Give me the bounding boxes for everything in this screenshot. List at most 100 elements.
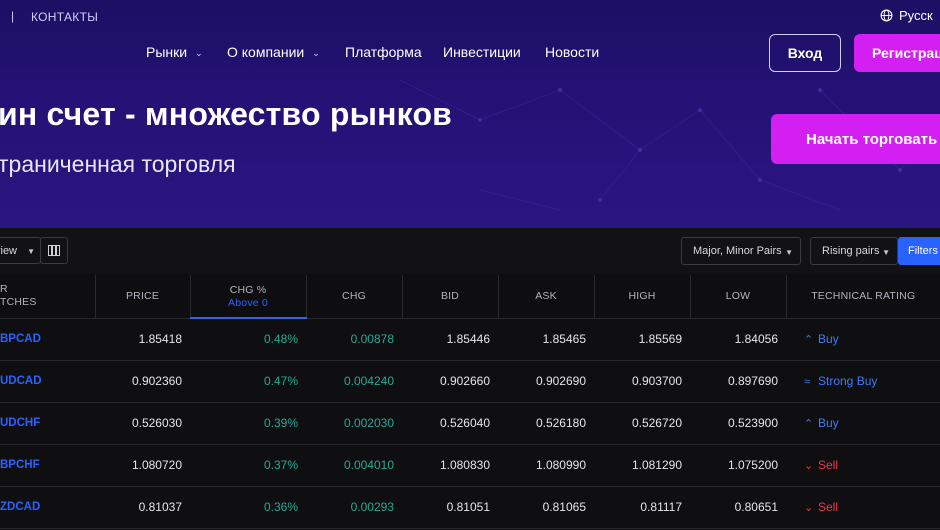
nav-item-label: Рынки [146,44,188,60]
active-filter-label: Above 0 [228,296,268,309]
technical-rating-cell: ⌄ Sell [786,444,940,487]
table-row[interactable]: UDCHF 0.526030 0.39% 0.002030 0.526040 0.5261… [0,402,940,445]
pairs-filter-select[interactable]: Major, Minor Pairs ▼ [681,237,801,265]
technical-rating-cell: ⌄ Sell [786,486,940,529]
column-header-technical-rating[interactable]: TECHNICAL RATING [785,275,940,319]
column-header-bid[interactable]: BID [401,275,498,319]
change-percent-cell: 0.39% [190,402,306,445]
column-header-chg-pct[interactable]: CHG % Above 0 [189,275,306,319]
symbol-cell[interactable]: BPCHF [0,444,95,487]
low-cell: 0.523900 [690,402,786,445]
ask-cell: 1.080990 [498,444,594,487]
rating-label: Buy [818,416,839,430]
ask-cell: 0.526180 [498,402,594,445]
high-cell: 1.081290 [594,444,690,487]
caret-down-icon: ▼ [785,248,793,257]
price-cell: 1.85418 [95,318,190,361]
caret-down-icon: ▼ [882,248,890,257]
change-cell: 0.004010 [306,444,402,487]
columns-toggle-button[interactable] [40,237,68,264]
technical-rating-cell: ⌃ Buy [786,402,940,445]
hero-title: ин счет - множество рынков [0,96,453,132]
nav-item-news[interactable]: Новости [545,44,599,60]
header-label: TCHES [0,296,37,309]
column-header-high[interactable]: HIGH [593,275,690,319]
change-cell: 0.002030 [306,402,402,445]
view-label: view [0,244,18,257]
symbol-cell[interactable]: ZDCAD [0,486,95,529]
screener-table: R TCHES PRICE CHG % Above 0 CHG BID ASK … [0,275,940,529]
symbol-cell[interactable]: UDCAD [0,360,95,403]
rating-label: Strong Buy [818,374,878,388]
bid-cell: 1.85446 [402,318,498,361]
ask-cell: 0.81065 [498,486,594,529]
nav-item-label: О компании [227,44,305,60]
price-cell: 1.080720 [95,444,190,487]
high-cell: 1.85569 [594,318,690,361]
price-cell: 0.81037 [95,486,190,529]
symbol-cell[interactable]: BPCAD [0,318,95,361]
language-selector[interactable]: Русск [880,8,933,23]
view-selector[interactable]: view ▼ [0,237,41,264]
filters-button[interactable]: Filters [898,237,940,265]
header-label: R [0,283,8,296]
table-header-row: R TCHES PRICE CHG % Above 0 CHG BID ASK … [0,275,940,319]
column-header-chg[interactable]: CHG [305,275,402,319]
table-row[interactable]: BPCAD 1.85418 0.48% 0.00878 1.85446 1.85465 1.… [0,318,940,361]
top-utility-bar: | КОНТАКТЫ Русск [0,0,940,34]
chevron-down-icon: ⌄ [312,47,320,58]
column-header-ask[interactable]: ASK [497,275,594,319]
change-percent-cell: 0.36% [190,486,306,529]
hero-section: | КОНТАКТЫ Русск Рынки ⌄ О компании ⌄ Пл… [0,0,940,228]
change-cell: 0.00878 [306,318,402,361]
change-percent-cell: 0.37% [190,444,306,487]
high-cell: 0.903700 [594,360,690,403]
bid-cell: 0.81051 [402,486,498,529]
table-row[interactable]: ZDCAD 0.81037 0.36% 0.00293 0.81051 0.81065 0.… [0,486,940,529]
separator: | [11,9,15,23]
price-cell: 0.526030 [95,402,190,445]
header-label: CHG % [229,283,267,296]
login-button[interactable]: Вход [769,34,841,72]
technical-rating-cell: ⌃ Buy [786,318,940,361]
rating-label: Buy [818,332,839,346]
low-cell: 1.84056 [690,318,786,361]
nav-item-about[interactable]: О компании ⌄ [227,44,320,60]
low-cell: 1.075200 [690,444,786,487]
language-label: Русск [899,8,933,23]
double-chevron-up-icon: ≈ [804,376,811,388]
nav-item-platform[interactable]: Платформа [345,44,422,60]
sort-preset-select[interactable]: Rising pairs ▼ [810,237,898,265]
symbol-cell[interactable]: UDCHF [0,402,95,445]
caret-down-icon: ▼ [27,247,35,256]
globe-icon [880,9,893,22]
column-header-low[interactable]: LOW [689,275,786,319]
nav-item-markets[interactable]: Рынки ⌄ [146,44,203,60]
change-percent-cell: 0.48% [190,318,306,361]
column-header-price[interactable]: PRICE [94,275,190,319]
contacts-link[interactable]: КОНТАКТЫ [31,10,98,24]
columns-icon [48,245,60,256]
column-header-symbol[interactable]: R TCHES [0,275,95,319]
start-trading-button[interactable]: Начать торговать [771,114,940,164]
low-cell: 0.80651 [690,486,786,529]
nav-item-investments[interactable]: Инвестиции [443,44,521,60]
table-body: BPCAD 1.85418 0.48% 0.00878 1.85446 1.85465 1.… [0,318,940,529]
register-button[interactable]: Регистрац [854,34,940,72]
bid-cell: 1.080830 [402,444,498,487]
rating-label: Sell [818,500,839,514]
chevron-down-icon: ⌄ [804,502,814,514]
table-row[interactable]: UDCAD 0.902360 0.47% 0.004240 0.902660 0.9026… [0,360,940,403]
low-cell: 0.897690 [690,360,786,403]
pairs-filter-value: Major, Minor Pairs [693,245,782,257]
bid-cell: 0.902660 [402,360,498,403]
high-cell: 0.526720 [594,402,690,445]
change-percent-cell: 0.47% [190,360,306,403]
table-row[interactable]: BPCHF 1.080720 0.37% 0.004010 1.080830 1.0809… [0,444,940,487]
nav-item-label: Инвестиции [443,44,521,60]
hero-subtitle: траниченная торговля [0,151,236,177]
chevron-down-icon: ⌄ [804,460,814,472]
ask-cell: 0.902690 [498,360,594,403]
forex-screener: view ▼ Major, Minor Pairs ▼ Rising pairs… [0,228,940,530]
nav-item-label: Платформа [345,44,422,60]
